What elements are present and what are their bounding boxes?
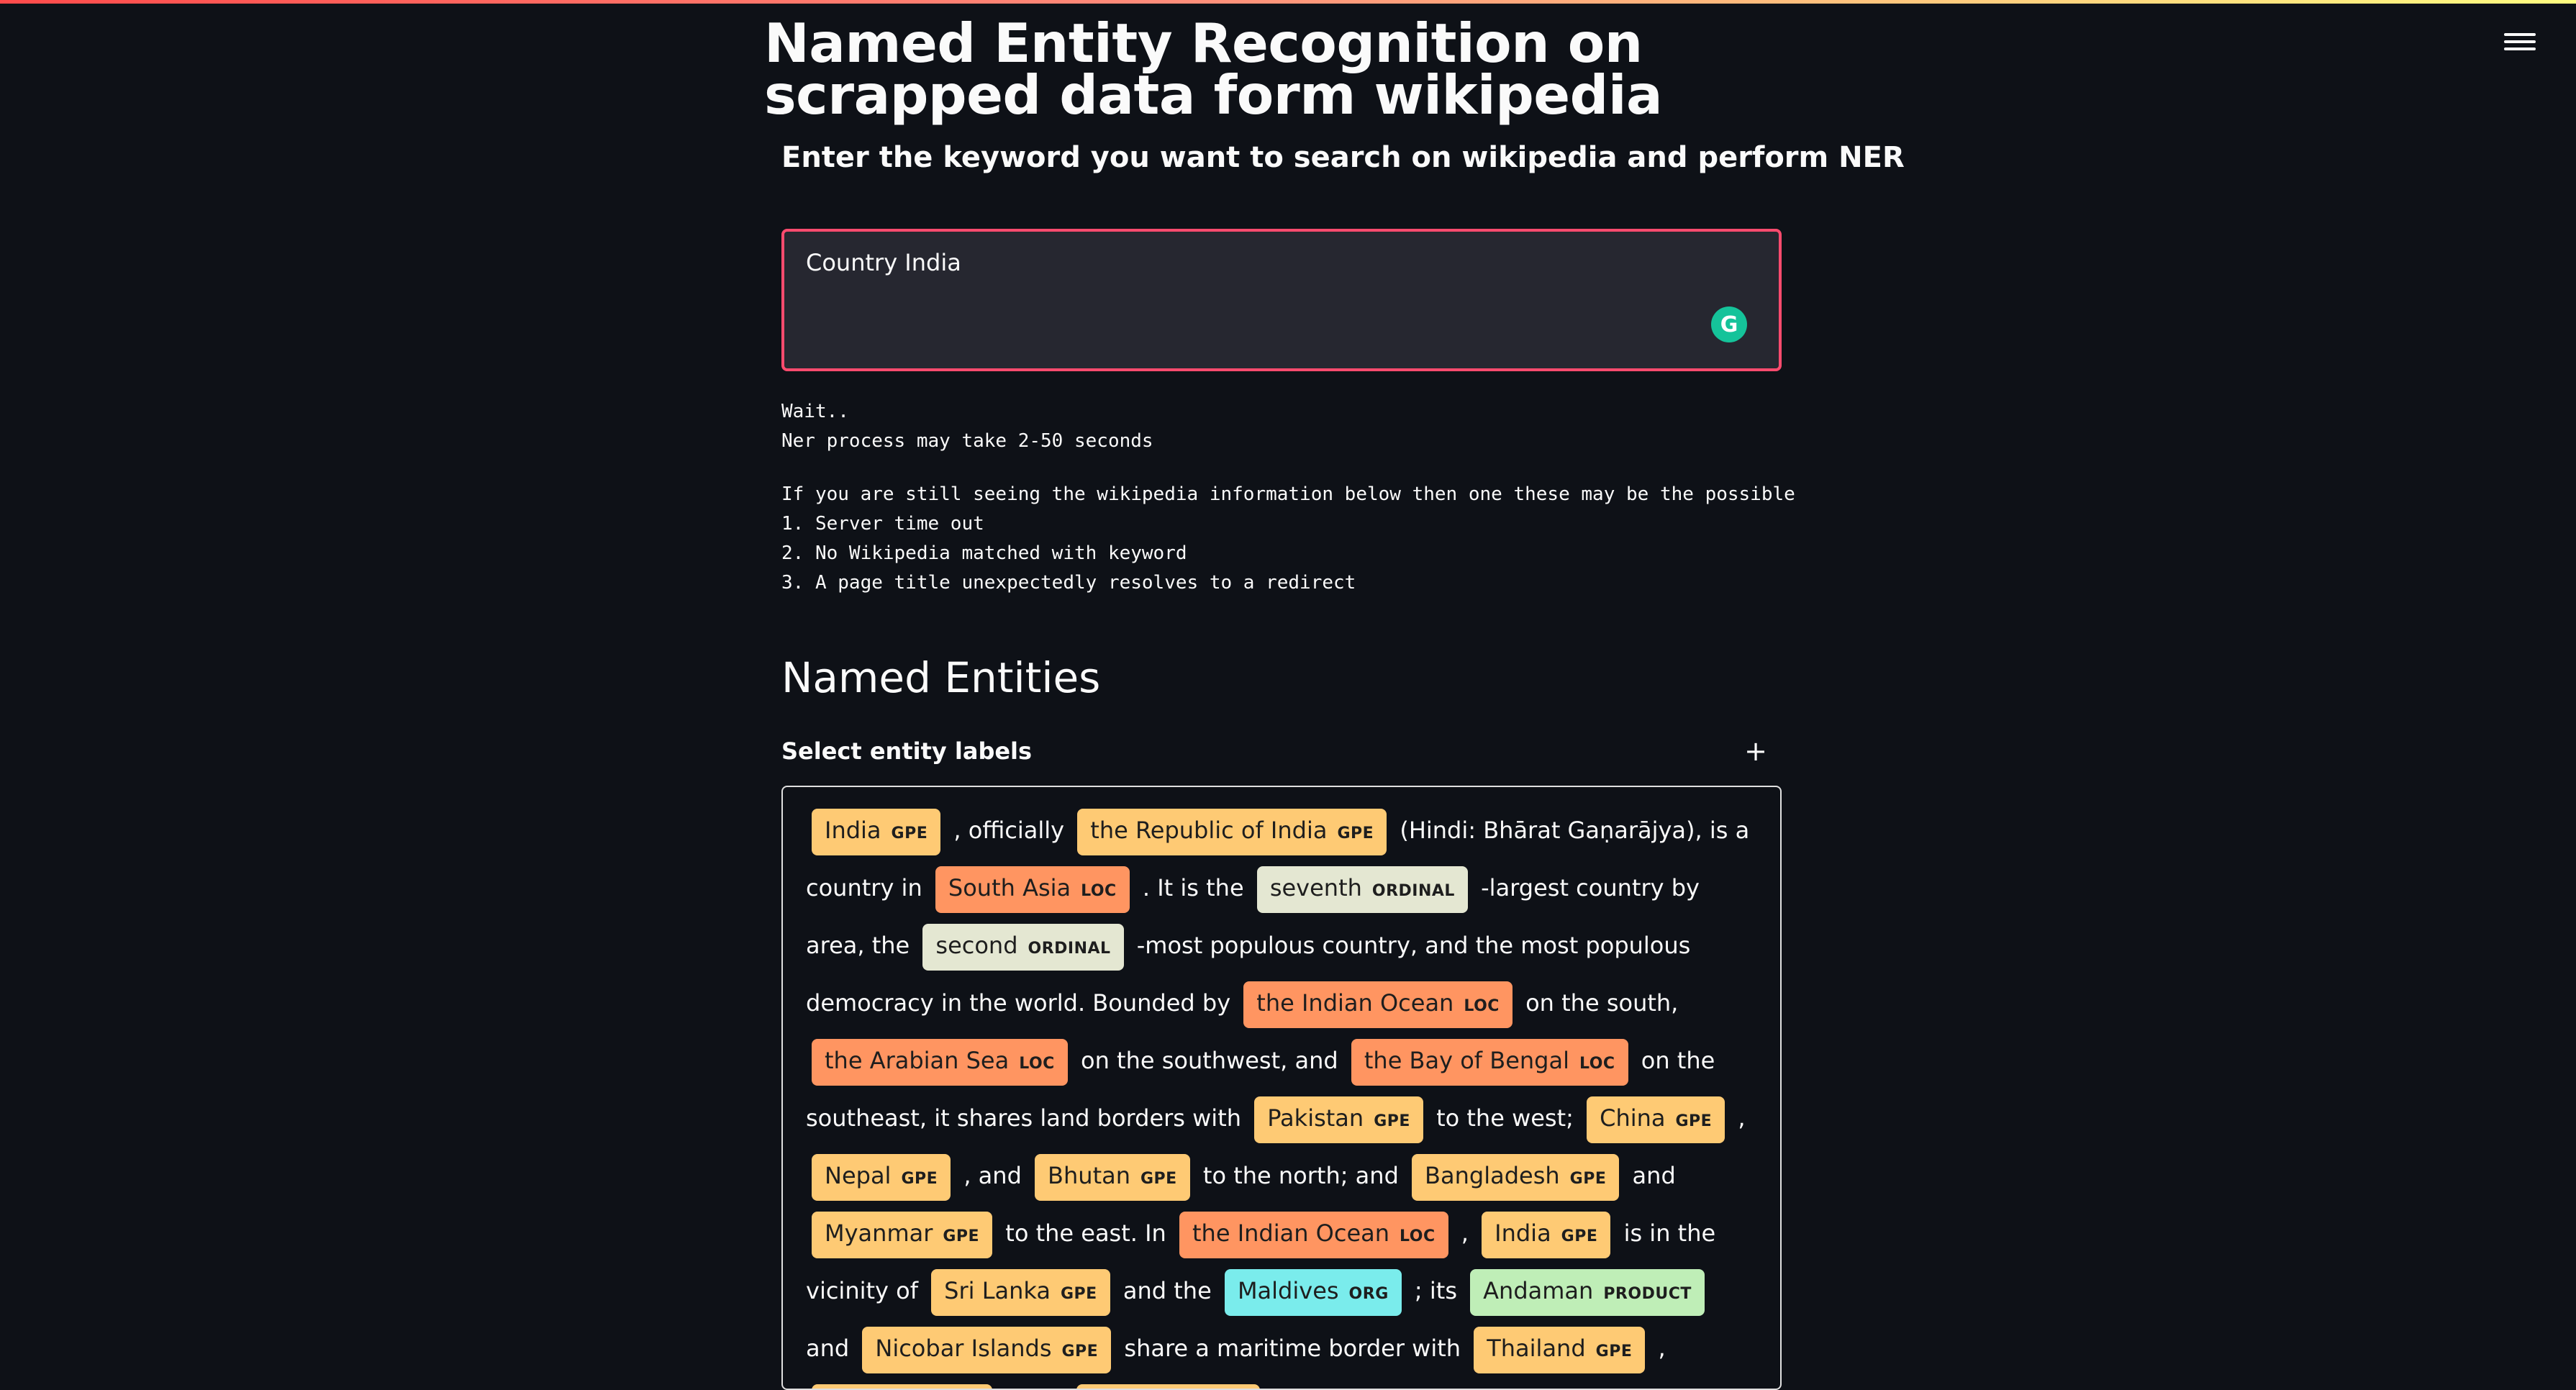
entity-text: Myanmar [825, 1219, 933, 1247]
plain-text: ; its [1407, 1277, 1464, 1304]
plain-text: share a maritime border with [1117, 1335, 1468, 1362]
plain-text: to the north; and [1196, 1162, 1406, 1189]
entity-highlight: South Asia LOC [935, 866, 1130, 913]
entity-text: the Arabian Sea [825, 1047, 1009, 1074]
entity-label: LOC [1464, 997, 1500, 1015]
plain-text: on the southwest, and [1074, 1047, 1346, 1074]
entity-text: second [935, 932, 1017, 959]
entity-label: ORDINAL [1372, 882, 1455, 900]
entity-text: Andaman [1483, 1277, 1593, 1304]
entity-highlight: Pakistan GPE [1254, 1096, 1423, 1143]
entity-highlight: Bhutan GPE [1035, 1154, 1190, 1201]
entity-highlight: IndonesiaGPE [1076, 1384, 1260, 1390]
plain-text: and [1625, 1162, 1675, 1189]
plain-text: , officially [946, 817, 1071, 844]
entity-text: India [1495, 1219, 1551, 1247]
entity-label: GPE [1140, 1170, 1177, 1188]
plain-text: and [806, 1335, 856, 1362]
named-entities-heading: Named Entities [781, 653, 1100, 702]
entity-text: the Bay of Bengal [1364, 1047, 1569, 1074]
entity-label: GPE [1570, 1170, 1607, 1188]
plain-text: on the south, [1518, 989, 1678, 1017]
entity-label: GPE [892, 825, 928, 842]
entity-text: India [825, 817, 881, 844]
plain-text: , [1651, 1335, 1665, 1362]
entity-label: GPE [1337, 825, 1374, 842]
entity-label: ORG [1349, 1285, 1389, 1303]
entity-label: GPE [1676, 1112, 1713, 1130]
entity-highlight: Maldives ORG [1225, 1269, 1402, 1316]
entity-label: PRODUCT [1603, 1285, 1692, 1303]
decoration-bar [0, 0, 2576, 4]
entity-highlight: the Indian Ocean LOC [1243, 981, 1513, 1028]
entity-label: LOC [1081, 882, 1117, 900]
entity-text: Nicobar Islands [875, 1335, 1051, 1362]
entity-label: GPE [1061, 1285, 1097, 1303]
entity-text: the Indian Ocean [1192, 1219, 1389, 1247]
entity-label: GPE [1374, 1112, 1410, 1130]
entity-highlight: Myanmar GPE [812, 1212, 992, 1258]
entity-text: Thailand [1487, 1335, 1585, 1362]
keyword-input-value: Country India [806, 249, 961, 276]
plus-icon[interactable]: + [1744, 735, 1767, 767]
plain-text: , [1454, 1219, 1477, 1247]
entity-label: LOC [1019, 1055, 1055, 1073]
entity-label: ORDINAL [1028, 940, 1111, 958]
entity-text: China [1600, 1104, 1665, 1132]
entity-highlight: the Republic of India GPE [1077, 809, 1387, 855]
plain-text: . It is the [1135, 874, 1251, 901]
notice-reason: 2. No Wikipedia matched with keyword [781, 539, 1187, 568]
entity-highlight: Sri Lanka GPE [931, 1269, 1110, 1316]
entity-highlight: seventh ORDINAL [1257, 866, 1468, 913]
plain-text: to the west; [1429, 1104, 1581, 1132]
status-wait: Wait.. [781, 397, 849, 427]
entity-text: Bangladesh [1425, 1162, 1560, 1189]
keyword-input[interactable]: Country India G [781, 229, 1782, 371]
entity-label: GPE [1561, 1227, 1598, 1245]
status-ner-time: Ner process may take 2-50 seconds [781, 427, 1153, 456]
entity-text: the Republic of India [1090, 817, 1327, 844]
expander-label: Select entity labels [781, 737, 1032, 765]
entity-text: Nepal [825, 1162, 891, 1189]
entity-label: GPE [943, 1227, 979, 1245]
entity-text: Sri Lanka [944, 1277, 1051, 1304]
grammarly-icon[interactable]: G [1711, 306, 1747, 342]
entity-labels-expander[interactable]: Select entity labels + [781, 735, 1782, 767]
entity-highlight: second ORDINAL [922, 924, 1123, 971]
entity-highlight: India GPE [812, 809, 940, 855]
plain-text: , [1731, 1104, 1745, 1132]
page-title: Named Entity Recognition on scrapped dat… [764, 17, 1700, 121]
entity-text: South Asia [948, 874, 1071, 901]
entity-highlight: Nicobar Islands GPE [862, 1327, 1111, 1373]
plain-text: and the [1116, 1277, 1219, 1304]
notice-reason: 1. Server time out [781, 509, 984, 539]
ner-output: India GPE , officially the Republic of In… [781, 786, 1782, 1390]
entity-highlight: the Bay of Bengal LOC [1351, 1039, 1628, 1086]
entity-label: GPE [1596, 1343, 1633, 1361]
entity-highlight: the Indian Ocean LOC [1179, 1212, 1448, 1258]
hamburger-menu-icon[interactable] [2504, 26, 2536, 58]
entity-highlight: MyanmarGPE [812, 1384, 992, 1390]
page-subtitle: Enter the keyword you want to search on … [781, 141, 1905, 174]
entity-label: GPE [901, 1170, 938, 1188]
entity-highlight: Thailand GPE [1474, 1327, 1645, 1373]
notice-reason: 3. A page title unexpectedly resolves to… [781, 568, 1356, 598]
entity-text: Bhutan [1048, 1162, 1130, 1189]
entity-text: Maldives [1238, 1277, 1339, 1304]
entity-highlight: Bangladesh GPE [1412, 1154, 1619, 1201]
entity-highlight: the Arabian Sea LOC [812, 1039, 1068, 1086]
notice-intro: If you are still seeing the wikipedia in… [781, 480, 1795, 509]
entity-text: Pakistan [1267, 1104, 1364, 1132]
plain-text: to the east. In [998, 1219, 1174, 1247]
entity-label: GPE [1062, 1343, 1099, 1361]
entity-highlight: Andaman PRODUCT [1470, 1269, 1705, 1316]
entity-highlight: India GPE [1482, 1212, 1610, 1258]
plain-text: , and [956, 1162, 1029, 1189]
entity-highlight: Nepal GPE [812, 1154, 951, 1201]
entity-text: the Indian Ocean [1256, 989, 1453, 1017]
entity-label: LOC [1579, 1055, 1615, 1073]
entity-highlight: China GPE [1587, 1096, 1725, 1143]
entity-text: seventh [1270, 874, 1362, 901]
entity-label: LOC [1400, 1227, 1436, 1245]
